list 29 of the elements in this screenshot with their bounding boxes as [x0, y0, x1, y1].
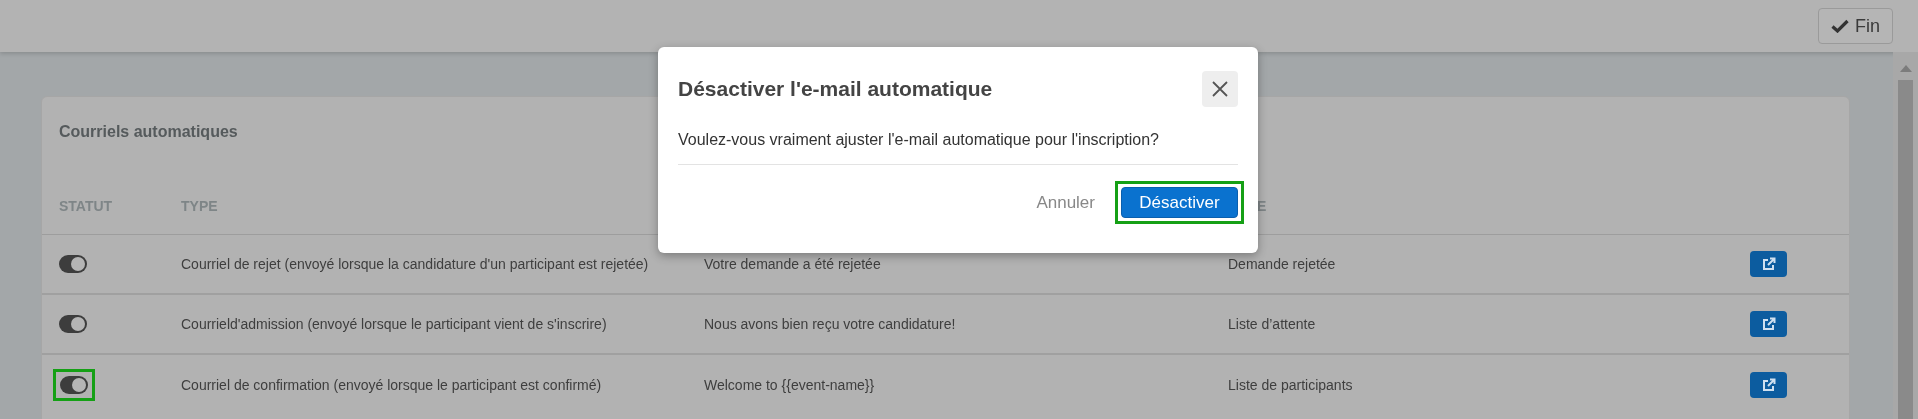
external-link-icon — [1761, 317, 1776, 331]
close-button[interactable] — [1202, 71, 1238, 107]
scrollbar-thumb[interactable] — [1898, 80, 1913, 419]
table-cell: Liste d’attente — [1228, 316, 1316, 332]
table-cell: Liste de participants — [1228, 377, 1353, 393]
email-subject: Nous avons bien reçu votre candidature! — [704, 316, 956, 332]
external-link-icon — [1761, 257, 1776, 271]
edit-button[interactable] — [1750, 372, 1787, 398]
edit-button[interactable] — [1750, 251, 1787, 277]
dialog-title: Désactiver l'e-mail automatique — [678, 76, 993, 103]
checkmark-icon — [1831, 19, 1849, 33]
done-button[interactable]: Fin — [1818, 8, 1893, 44]
toggle-switch[interactable] — [60, 376, 88, 394]
email-type: Courriel de confirmation (envoyé lorsque le participant est confirmé) — [181, 377, 602, 393]
toggle-switch[interactable] — [59, 315, 87, 333]
email-type: Courrield'admission (envoyé lorsque le participant vient de s'inscrire) — [181, 316, 607, 332]
close-icon — [1212, 81, 1228, 97]
dialog-message: Voulez-vous vraiment ajuster l'e-mail automatique pour l'inscription? — [678, 131, 1159, 148]
external-link-icon — [1761, 378, 1776, 392]
toggle-switch[interactable] — [59, 255, 87, 273]
table-cell: Demande rejetée — [1228, 256, 1336, 272]
email-type: Courriel de rejet (envoyé lorsque la candidature d'un participant est rejetée) — [181, 256, 649, 272]
scrollbar[interactable] — [1893, 52, 1918, 419]
card-title: Courriels automatiques — [59, 123, 238, 140]
edit-button[interactable] — [1750, 311, 1787, 337]
deactivate-button[interactable]: Désactiver — [1121, 187, 1238, 218]
cancel-button[interactable]: Annuler — [1028, 187, 1103, 218]
email-subject: Welcome to {{event-name}} — [704, 377, 875, 393]
email-subject: Votre demande a été rejetée — [704, 256, 881, 272]
